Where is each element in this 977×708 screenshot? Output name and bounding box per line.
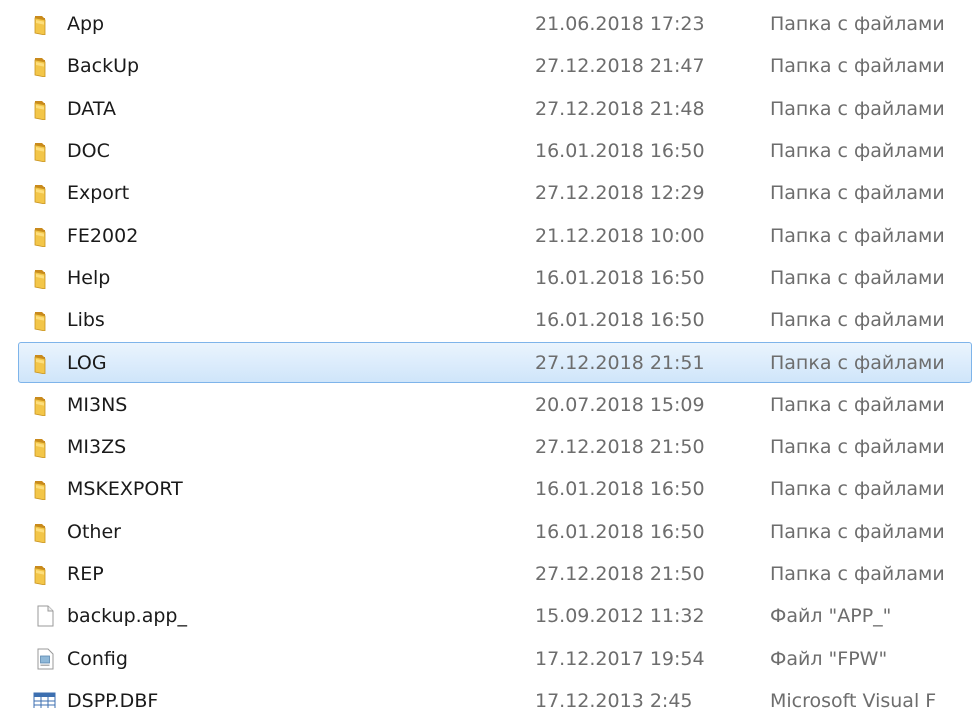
- file-type: Папка с файлами: [770, 13, 945, 36]
- folder-icon: [32, 225, 58, 248]
- config-file-icon: [32, 648, 58, 670]
- file-row[interactable]: Export 27.12.2018 12:29 Папка с файлами: [0, 172, 977, 214]
- file-name[interactable]: App: [67, 13, 104, 35]
- folder-icon: [32, 394, 58, 417]
- folder-icon: [32, 563, 58, 586]
- file-row[interactable]: DATA 27.12.2018 21:48 Папка с файлами: [0, 88, 977, 130]
- file-name[interactable]: Libs: [67, 309, 105, 331]
- file-modified-date: 16.01.2018 16:50: [535, 266, 705, 289]
- file-name[interactable]: DATA: [67, 98, 116, 120]
- folder-icon: [32, 140, 58, 163]
- file-type: Папка с файлами: [770, 224, 945, 247]
- file-modified-date: 27.12.2018 12:29: [535, 182, 705, 205]
- folder-icon: [32, 182, 58, 205]
- file-modified-date: 27.12.2018 21:50: [535, 436, 705, 459]
- file-name[interactable]: Export: [67, 182, 129, 204]
- file-name[interactable]: REP: [67, 563, 104, 585]
- file-type: Папка с файлами: [770, 140, 945, 163]
- file-row[interactable]: Libs 16.01.2018 16:50 Папка с файлами: [0, 299, 977, 341]
- file-row[interactable]: LOG 27.12.2018 21:51 Папка с файлами: [0, 341, 977, 383]
- folder-icon: [32, 478, 58, 501]
- file-row[interactable]: DOC 16.01.2018 16:50 Папка с файлами: [0, 130, 977, 172]
- file-name[interactable]: BackUp: [67, 55, 139, 77]
- file-modified-date: 27.12.2018 21:51: [535, 351, 705, 374]
- file-row[interactable]: App 21.06.2018 17:23 Папка с файлами: [0, 3, 977, 45]
- file-type: Папка с файлами: [770, 55, 945, 78]
- folder-icon: [32, 267, 58, 290]
- file-type: Папка с файлами: [770, 563, 945, 585]
- file-row[interactable]: MI3ZS 27.12.2018 21:50 Папка с файлами: [0, 426, 977, 468]
- file-row[interactable]: Config 17.12.2017 19:54 Файл "FPW": [0, 637, 977, 679]
- file-name[interactable]: MSKEXPORT: [67, 478, 183, 500]
- file-name[interactable]: MI3ZS: [67, 436, 126, 458]
- file-modified-date: 21.12.2018 10:00: [535, 224, 705, 247]
- file-modified-date: 16.01.2018 16:50: [535, 478, 705, 501]
- folder-icon: [32, 13, 58, 36]
- folder-icon: [32, 55, 58, 78]
- folder-icon: [32, 352, 58, 375]
- file-name[interactable]: backup.app_: [67, 605, 187, 627]
- folder-icon: [32, 309, 58, 332]
- file-name[interactable]: FE2002: [67, 225, 138, 247]
- file-name[interactable]: Config: [67, 648, 128, 670]
- file-type: Папка с файлами: [770, 309, 945, 332]
- file-modified-date: 20.07.2018 15:09: [535, 393, 705, 416]
- file-type: Файл "FPW": [770, 647, 888, 670]
- file-row[interactable]: MSKEXPORT 16.01.2018 16:50 Папка с файлами: [0, 468, 977, 510]
- file-type: Папка с файлами: [770, 351, 945, 374]
- file-row[interactable]: Other 16.01.2018 16:50 Папка с файлами: [0, 511, 977, 553]
- file-type: Папка с файлами: [770, 97, 945, 120]
- file-type: Папка с файлами: [770, 182, 945, 205]
- file-row[interactable]: REP 27.12.2018 21:50 Папка с файлами: [0, 553, 977, 595]
- file-type: Папка с файлами: [770, 393, 945, 416]
- file-type: Папка с файлами: [770, 436, 945, 459]
- blank-file-icon: [32, 605, 58, 627]
- file-row[interactable]: DSPP.DBF 17.12.2013 2:45 Microsoft Visual …: [0, 680, 977, 708]
- folder-icon: [32, 98, 58, 121]
- file-name[interactable]: Other: [67, 521, 121, 543]
- file-name[interactable]: LOG: [67, 352, 107, 374]
- file-type: Папка с файлами: [770, 266, 945, 289]
- folder-icon: [32, 521, 58, 544]
- folder-icon: [32, 436, 58, 459]
- file-modified-date: 15.09.2012 11:32: [535, 605, 705, 628]
- file-name[interactable]: DOC: [67, 140, 110, 162]
- file-modified-date: 17.12.2017 19:54: [535, 647, 705, 670]
- file-row[interactable]: MI3NS 20.07.2018 15:09 Папка с файлами: [0, 384, 977, 426]
- file-name[interactable]: Help: [67, 267, 110, 289]
- file-modified-date: 21.06.2018 17:23: [535, 13, 705, 36]
- file-row[interactable]: Help 16.01.2018 16:50 Папка с файлами: [0, 257, 977, 299]
- file-name[interactable]: MI3NS: [67, 394, 127, 416]
- file-row[interactable]: BackUp 27.12.2018 21:47 Папка с файлами: [0, 45, 977, 87]
- file-modified-date: 17.12.2013 2:45: [535, 689, 693, 708]
- file-modified-date: 27.12.2018 21:47: [535, 55, 705, 78]
- file-modified-date: 16.01.2018 16:50: [535, 140, 705, 163]
- file-type: Файл "APP_": [770, 605, 892, 628]
- file-modified-date: 27.12.2018 21:50: [535, 563, 705, 585]
- file-type: Папка с файлами: [770, 478, 945, 501]
- table-file-icon: [32, 690, 58, 708]
- file-type: Папка с файлами: [770, 520, 945, 543]
- file-type: Microsoft Visual F: [770, 689, 937, 708]
- file-list: App 21.06.2018 17:23 Папка с файлами BackUp…: [0, 0, 977, 708]
- file-row[interactable]: FE2002 21.12.2018 10:00 Папка с файлами: [0, 214, 977, 256]
- file-modified-date: 27.12.2018 21:48: [535, 97, 705, 120]
- file-name[interactable]: DSPP.DBF: [67, 690, 158, 708]
- file-modified-date: 16.01.2018 16:50: [535, 309, 705, 332]
- file-row[interactable]: backup.app_ 15.09.2012 11:32 Файл "APP_": [0, 595, 977, 637]
- file-modified-date: 16.01.2018 16:50: [535, 520, 705, 543]
